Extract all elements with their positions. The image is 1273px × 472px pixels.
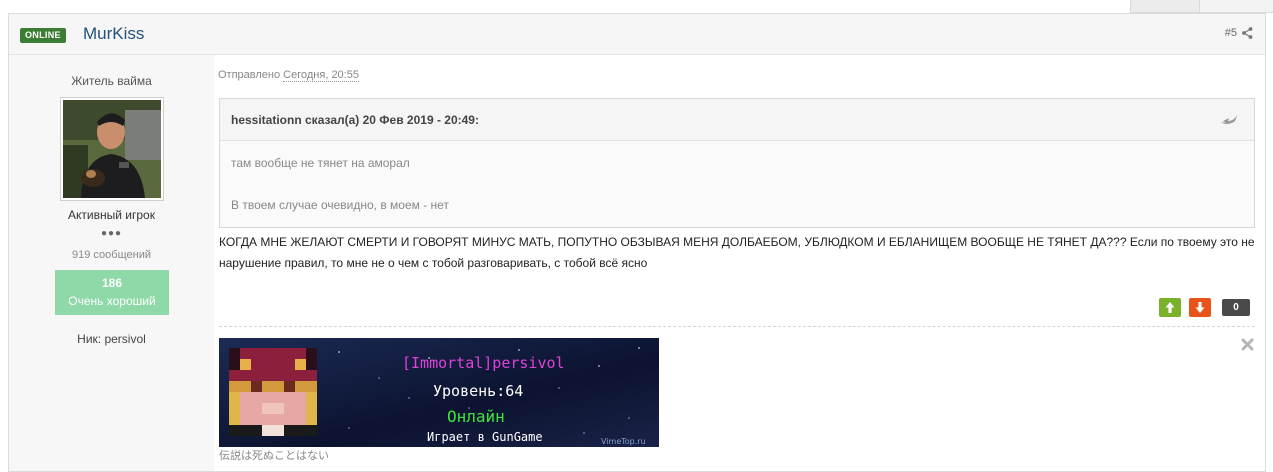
post-number-link[interactable]: #5 — [1225, 27, 1237, 39]
banner-level: Уровень:64 — [433, 382, 523, 400]
rank-title: Житель вайма — [71, 74, 152, 88]
vote-count: 0 — [1222, 299, 1250, 316]
avatar[interactable] — [60, 97, 164, 201]
avatar-photo — [63, 100, 161, 198]
author-sidebar: Житель вайма Активный игрок ●●● 919 сооб… — [9, 55, 214, 471]
quote-text-line: там вообще не тянет на аморал — [231, 156, 410, 170]
top-tab[interactable] — [1130, 0, 1200, 13]
quote-block: hessitationn сказал(а) 20 Фев 2019 - 20:… — [219, 98, 1255, 228]
quote-text-line: В твоем случае очевидно, в моем - нет — [231, 198, 449, 212]
close-icon[interactable] — [1241, 338, 1254, 351]
arrow-up-icon — [1165, 302, 1175, 313]
online-status-badge: ONLINE — [20, 28, 66, 43]
author-name-link[interactable]: MurKiss — [83, 24, 144, 44]
post-body: КОГДА МНЕ ЖЕЛАЮТ СМЕРТИ И ГОВОРЯТ МИНУС … — [219, 235, 1255, 270]
reputation-label: Очень хороший — [68, 294, 156, 308]
signature-divider — [219, 326, 1255, 327]
nickname: Ник: persivol — [77, 332, 146, 346]
vote-up-button[interactable] — [1159, 298, 1181, 317]
banner-player-name: [Immortal]persivol — [402, 354, 565, 372]
banner-game: Играет в GunGame — [427, 430, 543, 444]
reputation-value: 186 — [101, 276, 123, 290]
post-date-prefix: Отправлено — [218, 69, 281, 81]
banner-site: VimeTop.ru — [601, 437, 646, 446]
top-tab-secondary — [1200, 0, 1273, 13]
message-count: 919 сообщений — [72, 249, 151, 261]
vote-down-button[interactable] — [1189, 298, 1211, 317]
arrow-down-icon — [1195, 302, 1205, 313]
post-header: ONLINE MurKiss #5 — [9, 14, 1265, 55]
top-strip — [0, 0, 1273, 14]
post-date: Отправлено Сегодня, 20:55 — [218, 69, 359, 82]
user-group: Активный игрок — [68, 208, 155, 222]
quote-author: hessitationn сказал(а) 20 Фев 2019 - 20:… — [231, 113, 479, 127]
rank-pips: ●●● — [100, 228, 123, 239]
forum-post: ONLINE MurKiss #5 Житель вайма Активный … — [8, 13, 1266, 472]
share-icon[interactable] — [1242, 27, 1253, 39]
banner-status: Онлайн — [447, 407, 505, 426]
quote-header: hessitationn сказал(а) 20 Фев 2019 - 20:… — [220, 99, 1254, 141]
post-date-time: Сегодня, 20:55 — [283, 69, 359, 82]
quote-icon[interactable] — [1220, 113, 1238, 127]
signature-caption: 伝説は死ぬことはない — [219, 450, 329, 462]
reputation-box[interactable]: 186 Очень хороший — [55, 270, 169, 315]
minecraft-skin-face — [229, 348, 317, 436]
signature-banner[interactable]: [Immortal]persivol Уровень:64 Онлайн Игр… — [219, 338, 659, 447]
